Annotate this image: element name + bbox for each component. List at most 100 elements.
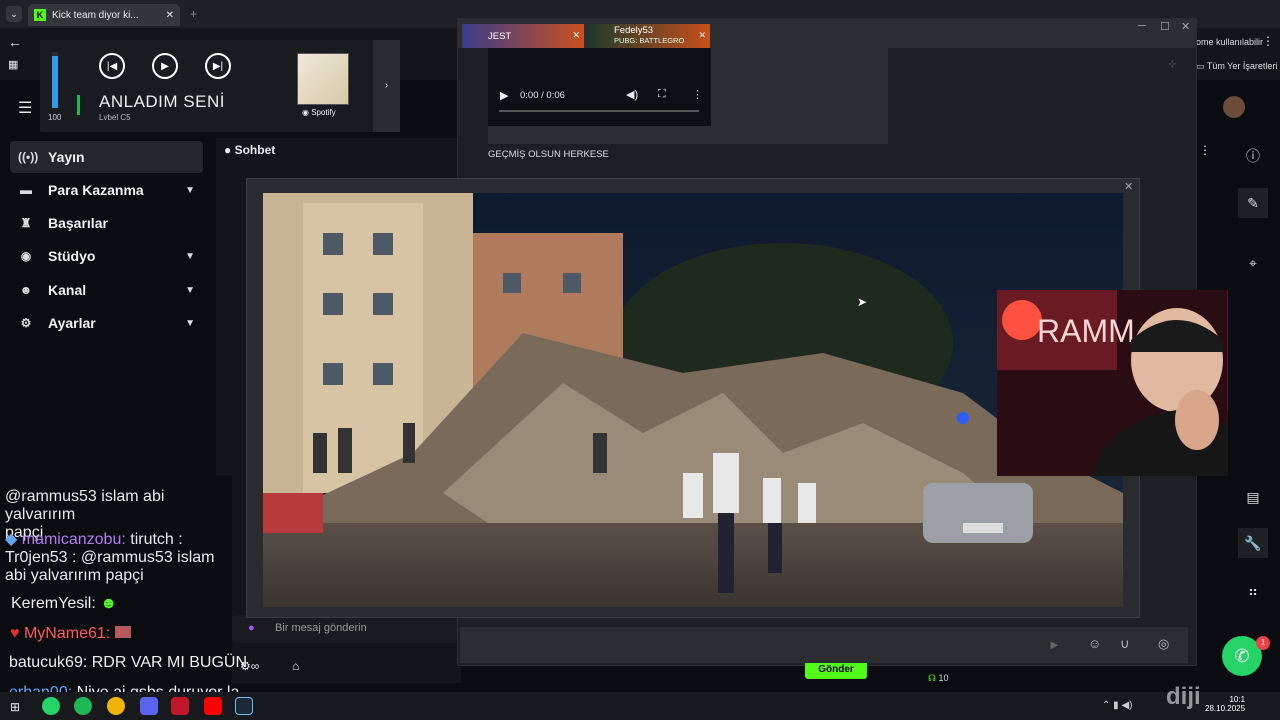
emoji-picker-icon[interactable]: ☺ [1088,636,1101,651]
song-artist: Lvbel C5 [99,113,131,122]
message-text: RDR VAR MI BUGÜN [91,654,247,671]
previous-track-button[interactable]: |◀ [99,53,125,79]
send-button[interactable]: Gönder [805,661,867,679]
apps-icon[interactable]: ▦ [8,58,18,71]
song-indicator [77,95,80,115]
fullscreen-icon[interactable]: ⛶ [658,88,666,101]
close-icon[interactable]: ✕ [698,30,706,40]
pinned-thread-icon[interactable]: ⊹ [1168,59,1176,70]
discord-tab-jest[interactable]: JEST ✕ [462,24,584,48]
kick-logo-icon: K [34,9,46,21]
start-icon[interactable]: ⊞ [10,700,20,714]
store-icon[interactable]: ⌂ [292,659,299,673]
discord-composer[interactable] [460,627,1188,663]
info-icon[interactable]: ⓘ [1238,141,1268,171]
next-track-button[interactable]: ▶| [205,53,231,79]
nav-item-label: Stüdyo [48,248,96,264]
voicemod-taskbar-icon[interactable] [171,697,189,715]
focus-icon[interactable]: ⌖ [1238,248,1268,278]
steam-taskbar-icon[interactable] [235,697,253,715]
hamburger-menu-icon[interactable]: ☰ [18,98,32,118]
more-options-icon[interactable]: ⋮ [1199,143,1211,157]
maximize-icon[interactable]: ☐ [1160,20,1170,33]
browser-tab-active[interactable]: K Kick team diyor ki... ✕ [28,4,180,26]
emoji-icon[interactable]: ● [248,622,255,634]
nav-item-ayarlar[interactable]: ⚙ Ayarlar ▼ [10,307,203,339]
chrome-taskbar-icon[interactable] [107,697,125,715]
share-icon[interactable]: ⠶ [1238,576,1268,606]
windows-taskbar [0,692,1280,720]
volume-icon[interactable]: ◀) [626,88,638,101]
watermark: diji [1166,683,1201,710]
close-tab-icon[interactable]: ✕ [166,10,174,21]
attached-photo[interactable] [263,193,1123,607]
youtube-taskbar-icon[interactable] [204,697,222,715]
nav-item-label: Ayarlar [48,315,96,331]
new-tab-button[interactable]: + [190,7,197,21]
whatsapp-icon: ✆ [1234,646,1250,666]
nav-item-kanal[interactable]: ☻ Kanal ▼ [10,274,203,306]
avatar[interactable] [1223,96,1245,118]
album-art [297,53,349,105]
clock-time: 10:1 [1229,695,1246,704]
wrench-icon[interactable]: 🔧 [1238,528,1268,558]
discord-tab-fedely[interactable]: Fedely53 PUBG: BATTLEGRO ✕ [588,24,710,48]
broadcast-icon: ((•)) [18,150,39,164]
settings-chat-icon[interactable]: ⚙∞ [240,659,259,673]
discord-taskbar-icon[interactable] [140,697,158,715]
tab-sublabel: PUBG: BATTLEGRO [614,36,685,45]
bookmarks-folder[interactable]: ▭ Tüm Yer İşaretleri [1196,61,1277,72]
spotify-taskbar-icon[interactable] [74,697,92,715]
nav-item-para-kazanma[interactable]: ▬ Para Kazanma ▼ [10,174,203,206]
tab-title: Kick team diyor ki... [52,9,139,21]
headset-icon: ☊ [928,673,939,683]
bookmark-note: ome kullanılabilir [1196,37,1264,47]
edit-icon[interactable]: ✎ [1238,188,1268,218]
message-user: @rammus53 islam abi yalvarırım [5,488,165,523]
discord-send-icon[interactable]: ► [1048,637,1061,652]
badge-icon: ◆ [5,531,22,548]
message-user: batucuk69: [9,654,88,671]
nav-item-studyo[interactable]: ◉ Stüdyo ▼ [10,240,203,272]
badge-icon: ♥ [10,625,24,642]
chat-message: KeremYesil: ☻ [11,595,117,613]
video-progress[interactable] [499,110,699,112]
video-player[interactable] [488,48,711,126]
emote-icon: ☻ [100,595,118,612]
trophy-icon: ♜ [20,216,32,230]
emote-icon [114,626,131,638]
chat-input[interactable]: ● Bir mesaj gönderin [232,615,457,643]
video-time: 0:00 / 0:06 [520,90,565,101]
close-icon[interactable]: ✕ [572,30,580,41]
tab-list-button[interactable]: ⌄ [6,6,22,22]
close-viewer-icon[interactable]: ✕ [1124,180,1133,193]
volume-value: 100 [48,113,62,122]
message-user: KeremYesil: [11,595,96,612]
back-icon[interactable]: ← [8,34,22,50]
tray-icons[interactable]: ⌃ ▮ ◀) [1102,700,1132,711]
tab-label: JEST [488,30,512,42]
attach-icon[interactable]: ∪ [1120,636,1130,652]
nav-item-basarilar[interactable]: ♜ Başarılar [10,207,203,239]
chat-bubble-icon: ● [224,143,235,157]
chat-message: batucuk69: RDR VAR MI BUGÜN [9,654,247,672]
mouse-cursor-icon: ➤ [857,295,868,309]
whatsapp-taskbar-icon[interactable] [42,697,60,715]
video-menu-icon[interactable]: ⋮ [692,88,703,101]
message-text: GEÇMİŞ OLSUN HERKESE [488,149,609,160]
nav-item-label: Başarılar [48,215,108,231]
gift-icon[interactable]: ◎ [1158,636,1169,652]
chat-message: ◆ mamicanzobu: tirutch : Tr0jen53 : @ram… [5,531,233,585]
spotify-logo: ◉ Spotify [302,108,336,117]
chevron-down-icon: ▼ [185,184,195,196]
nav-item-yayin[interactable]: ((•)) Yayın [10,141,203,173]
layout-icon[interactable]: ▤ [1238,482,1268,512]
viewer-count-value: 10 [938,673,949,683]
play-button[interactable]: ▶ [152,53,178,79]
minimize-icon[interactable]: ─ [1138,20,1146,32]
close-window-icon[interactable]: ✕ [1181,20,1190,33]
more-menu-icon[interactable]: ⋮ [1262,34,1274,48]
notification-badge: 1 [1256,636,1270,650]
expand-widget-button[interactable]: › [373,40,400,132]
play-video-icon[interactable]: ▶ [500,89,508,102]
